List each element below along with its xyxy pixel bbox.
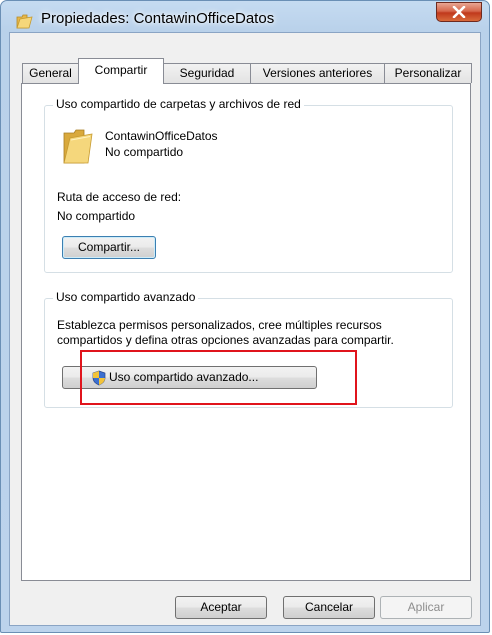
network-sharing-group: Uso compartido de carpetas y archivos de… (44, 97, 453, 273)
tab-compartir[interactable]: Compartir (78, 58, 164, 84)
network-path-value: No compartido (57, 209, 136, 223)
close-icon (452, 6, 466, 18)
ok-button[interactable]: Aceptar (175, 596, 267, 619)
folder-name: ContawinOfficeDatos (105, 129, 218, 143)
advanced-sharing-description-line2: compartidos y defina otras opciones avan… (57, 333, 394, 347)
advanced-sharing-title: Uso compartido avanzado (53, 290, 199, 304)
tab-versiones-anteriores[interactable]: Versiones anteriores (250, 63, 385, 83)
folder-icon (16, 14, 33, 29)
window-title: Propiedades: ContawinOfficeDatos (41, 10, 275, 27)
cancel-button[interactable]: Cancelar (283, 596, 375, 619)
folder-share-status: No compartido (105, 145, 184, 159)
tab-panel-compartir: Uso compartido de carpetas y archivos de… (21, 83, 471, 581)
share-button[interactable]: Compartir... (62, 236, 156, 259)
tab-seguridad[interactable]: Seguridad (163, 63, 251, 83)
advanced-sharing-description-line1: Establezca permisos personalizados, cree… (57, 318, 382, 332)
uac-shield-icon (91, 370, 107, 393)
advanced-sharing-button[interactable]: Uso compartido avanzado... (62, 366, 317, 389)
network-path-label: Ruta de acceso de red: (57, 190, 182, 204)
close-button[interactable] (436, 2, 482, 22)
apply-button[interactable]: Aplicar (380, 596, 472, 619)
tab-general[interactable]: General (22, 63, 79, 83)
tab-personalizar[interactable]: Personalizar (384, 63, 472, 83)
advanced-sharing-button-label: Uso compartido avanzado... (109, 370, 259, 384)
shared-folder-icon (62, 129, 94, 168)
network-sharing-title: Uso compartido de carpetas y archivos de… (53, 97, 304, 111)
advanced-sharing-group: Uso compartido avanzado Establezca permi… (44, 290, 453, 408)
title-bar[interactable]: Propiedades: ContawinOfficeDatos (1, 1, 489, 35)
